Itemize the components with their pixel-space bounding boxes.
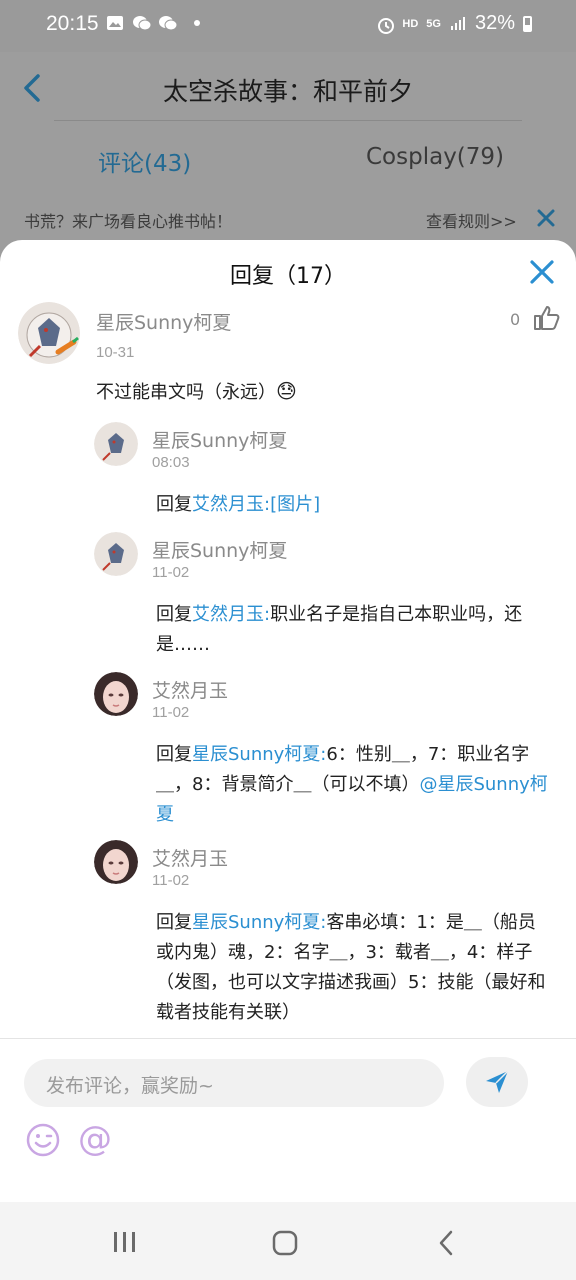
status-right: HD 5G 32% [376,12,532,35]
reply-author[interactable]: 艾然月玉 [152,844,228,871]
reply-text: 回复星辰Sunny柯夏:6：性别＿，7：职业名字＿，8：背景简介＿（可以不填）@… [156,740,552,830]
recents-icon[interactable] [112,1230,138,1254]
reply-target-link[interactable]: 星辰Sunny柯夏: [192,912,326,933]
reply-prefix: 回复 [156,912,192,933]
reply-date: 11-02 [152,872,190,889]
reply-prefix: 回复 [156,494,192,515]
reply-prefix: 回复 [156,604,192,625]
close-icon[interactable] [536,208,556,228]
battery-icon [523,15,532,32]
image-link[interactable]: [图片] [270,494,320,515]
comment-author[interactable]: 星辰Sunny柯夏 [96,308,231,335]
close-icon[interactable] [528,258,556,286]
comment-composer: 发布评论，赢奖励~ @ [0,1038,576,1202]
sweat-emoji: 😓 [276,379,297,403]
home-icon[interactable] [272,1230,298,1256]
rules-link[interactable]: 查看规则>> [426,208,517,232]
like-icon[interactable] [532,304,560,332]
notice-banner[interactable]: 书荒？来广场看良心推书帖！ [24,208,232,232]
like-count: 0 [510,310,521,329]
emoji-icon[interactable] [26,1123,60,1157]
page-title: 太空杀故事：和平前夕 [162,77,413,106]
reply-text: 回复艾然月玉:职业名子是指自己本职业吗，还是…… [156,600,552,660]
status-time: 20:15 [46,12,99,35]
hd-label: HD [402,17,419,30]
tab-comments[interactable]: 评论(43) [98,144,191,178]
reply-target-link[interactable]: 艾然月玉: [192,494,270,515]
status-bar: 20:15 HD 5G 32% [0,0,576,52]
tab-cosplay[interactable]: Cosplay(79) [366,144,504,170]
at-icon[interactable]: @ [78,1119,112,1159]
battery-percent: 32% [474,12,515,34]
reply-date: 11-02 [152,564,190,581]
comment-text-body: 不过能串文吗（永远） [96,382,276,403]
reply-target-link[interactable]: 星辰Sunny柯夏: [192,744,326,765]
comment-date: 10-31 [96,344,135,361]
reply-date: 11-02 [152,704,190,721]
reply-prefix: 回复 [156,744,192,765]
send-icon [486,1070,509,1093]
avatar[interactable] [94,672,138,716]
signal-icon [449,15,467,33]
send-button[interactable] [466,1057,528,1107]
alarm-icon [376,15,395,34]
network-label: 5G [426,17,441,30]
wechat-icon [158,14,178,32]
comment-input-placeholder: 发布评论，赢奖励~ [46,1075,214,1097]
sheet-title: 回复（17） [230,264,346,289]
reply-text: 回复星辰Sunny柯夏:客串必填：1：是＿（船员或内鬼）魂，2：名字＿，3：载者… [156,908,552,1028]
title-divider [54,120,522,121]
reply-author[interactable]: 星辰Sunny柯夏 [152,426,287,453]
wechat-icon [132,14,152,32]
notification-icons [106,14,200,32]
comment-text: 不过能串文吗（永远）😓 [96,376,297,408]
more-notifications-dot [194,20,200,26]
gallery-icon [106,14,124,32]
reply-text: 回复艾然月玉:[图片] [156,490,552,520]
reply-author[interactable]: 星辰Sunny柯夏 [152,536,287,563]
reply-date: 08:03 [152,454,190,471]
reply-author[interactable]: 艾然月玉 [152,676,228,703]
nav-back-icon[interactable] [436,1228,456,1258]
avatar[interactable] [94,422,138,466]
system-nav-bar [0,1202,576,1280]
avatar[interactable] [94,840,138,884]
reply-target-link[interactable]: 艾然月玉: [192,604,270,625]
avatar[interactable] [18,302,80,364]
avatar[interactable] [94,532,138,576]
comment-input[interactable]: 发布评论，赢奖励~ [24,1059,444,1107]
